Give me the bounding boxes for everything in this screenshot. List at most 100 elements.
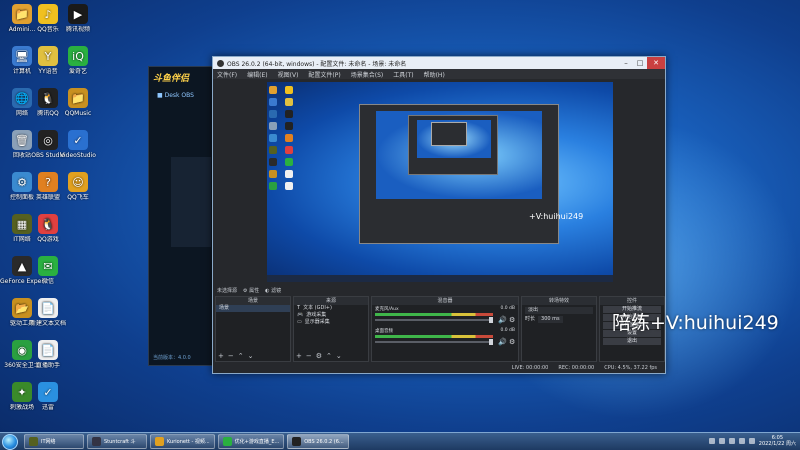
transition-duration: 时长 300 ms	[522, 316, 596, 323]
properties-button[interactable]: ⚙ 属性	[243, 287, 259, 294]
app-icon: ▶	[68, 4, 88, 24]
mixer-track-db: 0.0 dB	[500, 306, 515, 311]
volume-fader-knob[interactable]	[489, 317, 493, 323]
volume-fader-knob[interactable]	[489, 339, 493, 345]
system-tray: 6:05 2022/1/22 周六	[708, 435, 796, 447]
window-controls: – □ ✕	[619, 57, 665, 69]
move-up-icon[interactable]: ⌃	[326, 352, 332, 360]
cpu-status: CPU: 4.5%, 37.22 fps	[604, 364, 657, 371]
move-down-icon[interactable]: ⌄	[336, 352, 342, 360]
desktop-icon-label: 迅雷	[41, 404, 54, 411]
add-scene-icon[interactable]: +	[218, 352, 224, 360]
speaker-icon[interactable]: 🔊	[498, 316, 507, 324]
desktop-icon[interactable]: ☺ QQ飞车	[56, 172, 100, 201]
obs-titlebar[interactable]: OBS 26.0.2 (64-bit, windows) - 配置文件: 未命名…	[213, 57, 665, 69]
transitions-dock: 转场特效 淡出 时长 300 ms	[521, 296, 597, 362]
app-icon: ✓	[68, 130, 88, 150]
network-icon[interactable]	[738, 438, 745, 444]
exit-button[interactable]: 退出	[603, 338, 661, 345]
desktop-icon[interactable]: ✉ 微信	[26, 256, 70, 285]
track-settings-icon[interactable]: ⚙	[509, 338, 515, 346]
app-icon: ☺	[68, 172, 88, 192]
preview-mini-taskbar	[267, 275, 613, 282]
menu-item[interactable]: 工具(T)	[393, 70, 413, 79]
taskbar-button[interactable]: IT网络	[24, 434, 84, 449]
taskbar-button-label: 优化+游戏直播_E...	[234, 439, 280, 445]
taskbar-button-label: OBS 26.0.2 (6...	[304, 438, 344, 445]
app-icon: 📁	[68, 88, 88, 108]
mixer-track-desktop: 桌面音频 0.0 dB 🔊 ⚙	[372, 327, 518, 349]
tray-icon[interactable]	[718, 438, 725, 444]
preview-nested-obs-3	[431, 122, 467, 146]
app-icon: Y	[38, 46, 58, 66]
menu-item[interactable]: 编辑(E)	[247, 70, 267, 79]
app-icon: ◎	[38, 130, 58, 150]
minimize-button[interactable]: –	[619, 57, 633, 69]
volume-fader[interactable]	[375, 319, 493, 321]
desktop-icon-label: QQ游戏	[37, 236, 59, 243]
audio-mixer-dock: 混音器 麦克风/Aux 0.0 dB 🔊 ⚙ 桌面音频 0.0 dB 🔊 ⚙	[371, 296, 519, 362]
scenes-dock-title: 场景	[216, 297, 290, 305]
tray-icon[interactable]	[728, 438, 735, 444]
close-button[interactable]: ✕	[647, 57, 665, 69]
desktop-icon[interactable]: iQ 爱奇艺	[56, 46, 100, 75]
scenes-dock: 场景 场景 + − ⌃ ⌄	[215, 296, 291, 362]
rec-status: REC: 00:00:00	[558, 364, 595, 371]
app-icon: 📄	[38, 340, 58, 360]
source-toolbar: 未选择源 ⚙ 属性 ◐ 滤镜	[213, 286, 665, 295]
menu-item[interactable]: 场景集合(S)	[351, 70, 384, 79]
preview-mini-icons-2	[285, 86, 299, 194]
background-streaming-app-window[interactable]: 斗鱼伴侣 ■ Desk OBS 当前版本：4.0.0	[148, 66, 218, 366]
menu-item[interactable]: 文件(F)	[217, 70, 237, 79]
add-source-icon[interactable]: +	[296, 352, 302, 360]
taskbar-button[interactable]: OBS 26.0.2 (6...	[287, 434, 349, 449]
menu-item[interactable]: 帮助(H)	[424, 70, 445, 79]
speaker-icon[interactable]: 🔊	[498, 338, 507, 346]
remove-source-icon[interactable]: −	[306, 352, 312, 360]
taskbar-button[interactable]: Kurionett - 视频...	[150, 434, 215, 449]
transitions-dock-title: 转场特效	[522, 297, 596, 305]
taskbar-button[interactable]: 优化+游戏直播_E...	[217, 434, 285, 449]
source-item[interactable]: ▭ 显示器采集	[294, 319, 368, 326]
remove-scene-icon[interactable]: −	[228, 352, 234, 360]
app-content-area	[171, 157, 211, 247]
source-item[interactable]: T 文本 (GDI+)	[294, 305, 368, 312]
volume-icon[interactable]	[748, 438, 755, 444]
move-down-icon[interactable]: ⌄	[248, 352, 254, 360]
taskbar-button[interactable]: Stuntcraft 斗	[87, 434, 147, 449]
desktop-icon[interactable]: ✓ 迅雷	[26, 382, 70, 411]
desktop-icon-label: QQMusic	[64, 110, 92, 117]
track-settings-icon[interactable]: ⚙	[509, 316, 515, 324]
controls-dock-title: 控件	[600, 297, 664, 305]
menu-item[interactable]: 配置文件(P)	[308, 70, 340, 79]
clock[interactable]: 6:05 2022/1/22 周六	[759, 435, 796, 447]
desktop-icon[interactable]: 📄 新建文本文档	[26, 298, 70, 327]
move-up-icon[interactable]: ⌃	[238, 352, 244, 360]
scene-item[interactable]: 场景	[216, 305, 290, 312]
menu-item[interactable]: 视图(V)	[278, 70, 299, 79]
start-button[interactable]	[2, 433, 18, 450]
preview-mini-icons	[269, 86, 283, 194]
volume-fader[interactable]	[375, 341, 493, 343]
taskbar-app-icon	[222, 437, 232, 446]
app-icon: 📄	[38, 298, 58, 318]
app-icon: 🐧	[38, 214, 58, 234]
desktop-icon[interactable]: 🐧 QQ游戏	[26, 214, 70, 243]
sources-dock: 来源 T 文本 (GDI+) 🎮 游戏采集 ▭ 显示器采集 + − ⚙ ⌃ ⌄	[293, 296, 369, 362]
source-item[interactable]: 🎮 游戏采集	[294, 312, 368, 319]
desktop-icon[interactable]: ▶ 腾讯视频	[56, 4, 100, 33]
app-logo: 斗鱼伴侣	[153, 74, 190, 84]
filters-button[interactable]: ◐ 滤镜	[265, 287, 281, 294]
text-source-icon: T	[297, 305, 301, 311]
maximize-button[interactable]: □	[633, 57, 647, 69]
desktop-icon[interactable]: ✓ VideoStudio	[56, 130, 100, 159]
desktop-icon-label: 直播助手	[35, 362, 60, 369]
source-settings-icon[interactable]: ⚙	[316, 352, 322, 360]
duration-input[interactable]: 300 ms	[538, 316, 563, 323]
obs-window[interactable]: OBS 26.0.2 (64-bit, windows) - 配置文件: 未命名…	[212, 56, 666, 374]
obs-preview[interactable]: +V:huihui249	[267, 82, 613, 282]
transition-select[interactable]: 淡出	[525, 307, 593, 314]
tray-icon[interactable]	[708, 438, 715, 444]
desktop-icon[interactable]: 📁 QQMusic	[56, 88, 100, 117]
desktop-icon[interactable]: 📄 直播助手	[26, 340, 70, 369]
